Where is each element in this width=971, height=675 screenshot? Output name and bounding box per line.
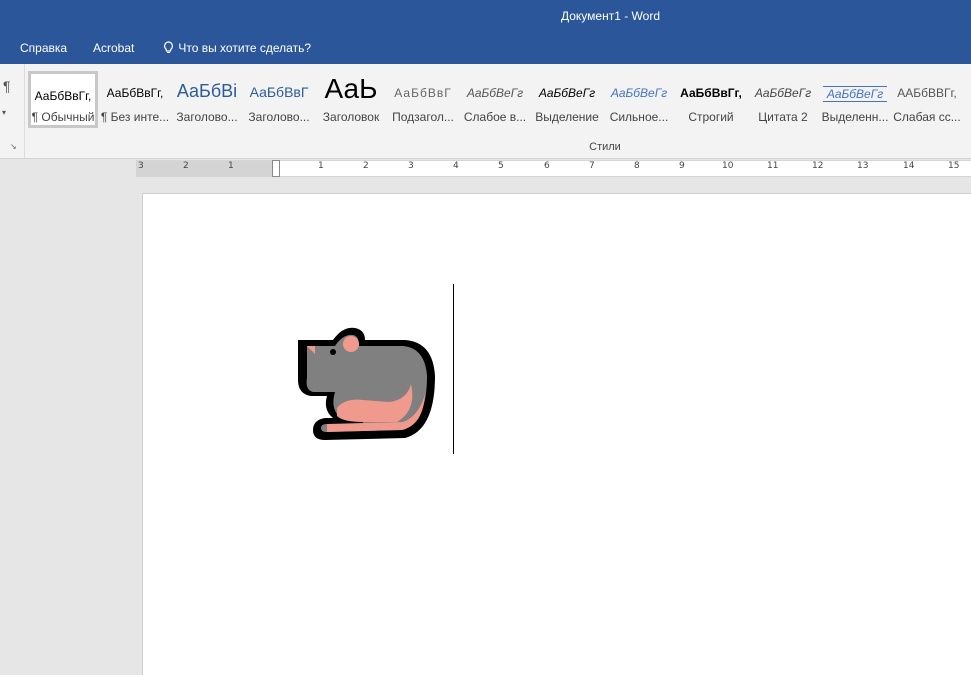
menu-acrobat[interactable]: Acrobat	[93, 41, 134, 55]
style-intense-emphasis[interactable]: АаБбВеГг Сильное...	[604, 71, 674, 128]
style-sample: АаБбВеГг	[466, 86, 524, 100]
style-sample: АаБбВвГг,	[34, 89, 92, 103]
lightbulb-icon	[162, 41, 178, 55]
ruler-tick: 7	[589, 161, 595, 171]
style-normal[interactable]: АаБбВвГг, ¶ Обычный	[28, 71, 98, 128]
ruler-tick: 6	[544, 161, 550, 171]
style-strong[interactable]: АаБбВвГг, Строгий	[676, 71, 746, 128]
style-no-spacing[interactable]: АаБбВвГг, ¶ Без инте...	[100, 71, 170, 128]
style-label: Цитата 2	[758, 110, 808, 124]
ruler-tick: 2	[183, 161, 189, 171]
style-label: Выделенн...	[821, 110, 889, 124]
style-label: Подзагол...	[392, 110, 454, 124]
style-label: Сильное...	[609, 110, 669, 124]
style-label: Слабое в...	[463, 110, 527, 124]
document-page[interactable]	[142, 193, 971, 675]
style-label: Выделение	[535, 110, 599, 124]
style-subtle-emphasis[interactable]: АаБбВеГг Слабое в...	[460, 71, 530, 128]
style-sample: ААБбВВГг,	[897, 86, 957, 100]
pilcrow-icon[interactable]: ¶	[3, 78, 11, 94]
ribbon: ¶ ▾ ↘ АаБбВвГг, ¶ Обычный АаБбВвГг, ¶ Бе…	[0, 64, 971, 159]
ruler-tick: 12	[812, 161, 824, 171]
style-sample: АаЬ	[324, 73, 378, 104]
ruler-tick: 3	[408, 161, 414, 171]
text-cursor	[453, 284, 454, 454]
menu-help[interactable]: Справка	[20, 41, 67, 55]
ruler-tick: 2	[363, 161, 369, 171]
ruler-tick: 1	[318, 161, 324, 171]
tell-me-search[interactable]: Что вы хотите сделать?	[162, 41, 311, 55]
style-sample: АаБбВеГг	[754, 86, 812, 100]
style-label: Заголово...	[176, 110, 238, 124]
style-intense-quote[interactable]: АаБбВеГг Выделенн...	[820, 71, 890, 128]
style-sample: АаБбВеГг	[823, 86, 887, 102]
ruler-tick: 5	[498, 161, 504, 171]
style-heading-2[interactable]: АаБбВвГ Заголово...	[244, 71, 314, 128]
style-sample: АаБбВі	[176, 81, 238, 101]
window-title: Документ1 - Word	[560, 9, 661, 23]
horizontal-ruler[interactable]: 3 2 1 1 2 3 4 5 6 7 8 9 10 11 12 13 14 1…	[136, 160, 971, 177]
style-subtitle[interactable]: АаБбВвГ Подзагол...	[388, 71, 458, 128]
style-label: Заголово...	[248, 110, 310, 124]
style-label: Заголовок	[322, 110, 380, 124]
style-sample: АаБбВвГг,	[106, 86, 164, 100]
style-sample: АаБбВеГг	[610, 86, 668, 100]
tell-me-label: Что вы хотите сделать?	[178, 41, 311, 55]
style-title[interactable]: АаЬ Заголовок	[316, 71, 386, 128]
dropdown-arrow-icon[interactable]: ▾	[2, 108, 6, 117]
style-quote-2[interactable]: АаБбВеГг Цитата 2	[748, 71, 818, 128]
style-sample: АаБбВвГ	[249, 84, 309, 100]
ruler-tick: 4	[453, 161, 459, 171]
indent-marker[interactable]	[272, 160, 280, 177]
style-sample: АаБбВвГг,	[680, 86, 742, 100]
style-label: Слабая сс...	[893, 110, 961, 124]
styles-gallery: АаБбВвГг, ¶ Обычный АаБбВвГг, ¶ Без инте…	[28, 71, 971, 129]
ruler-tick: 15	[948, 161, 960, 171]
title-bar: Документ1 - Word Справка Acrobat Что вы …	[0, 0, 971, 64]
styles-group-label: Стили	[589, 141, 621, 153]
ruler-tick: 14	[903, 161, 915, 171]
style-sample: АаБбВвГ	[394, 86, 452, 100]
style-label: ¶ Без инте...	[100, 110, 170, 124]
style-sample: АаБбВеГг	[538, 86, 596, 100]
ruler-tick: 9	[679, 161, 685, 171]
ruler-tick: 10	[722, 161, 734, 171]
style-subtle-reference[interactable]: ААБбВВГг, Слабая сс...	[892, 71, 962, 128]
ruler-tick: 13	[857, 161, 869, 171]
style-label: Строгий	[688, 110, 734, 124]
ruler-tick: 3	[138, 161, 144, 171]
style-emphasis[interactable]: АаБбВеГг Выделение	[532, 71, 602, 128]
ruler-margin	[136, 161, 276, 176]
ruler-tick: 8	[634, 161, 640, 171]
style-heading-1[interactable]: АаБбВі Заголово...	[172, 71, 242, 128]
style-label: ¶ Обычный	[31, 110, 95, 124]
ruler-tick: 1	[228, 161, 234, 171]
rat-emoji-image[interactable]	[293, 322, 440, 450]
ruler-tick: 11	[767, 161, 779, 171]
